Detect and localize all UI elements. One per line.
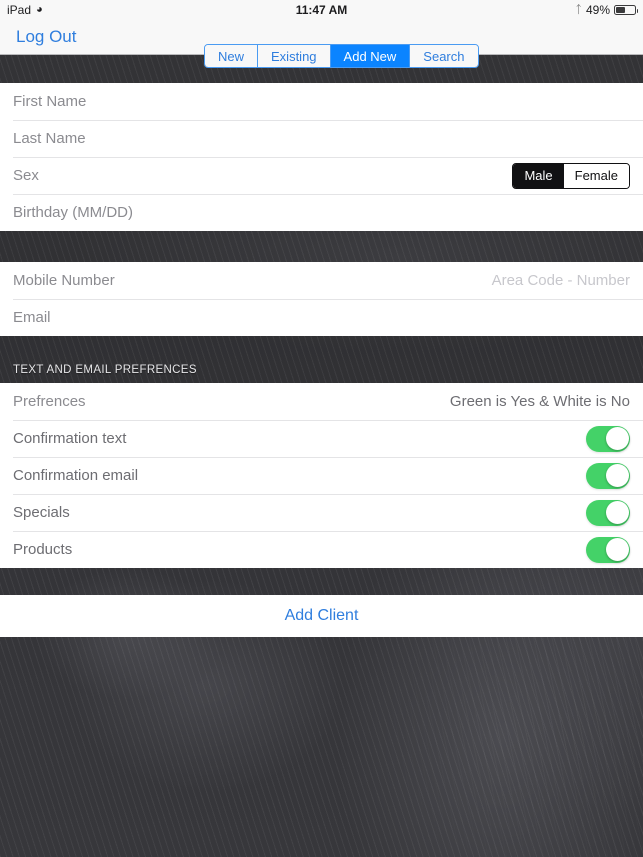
segment-existing[interactable]: Existing (258, 45, 331, 67)
preferences-legend-row: Prefrences Green is Yes & White is No (0, 383, 643, 420)
mobile-number-placeholder: Area Code - Number (491, 272, 630, 289)
status-bar: iPad ◕ 11:47 AM ᛏ 49% (0, 0, 643, 20)
confirmation-email-label: Confirmation email (13, 467, 139, 484)
battery-icon (614, 5, 638, 15)
add-client-row[interactable]: Add Client (0, 595, 643, 637)
status-bar-clock: 11:47 AM (295, 3, 348, 17)
contact-info-group: Mobile Number Area Code - Number Email (0, 262, 643, 336)
last-name-input[interactable]: Last Name (13, 130, 86, 147)
add-client-button[interactable]: Add Client (285, 607, 359, 625)
confirmation-email-row[interactable]: Confirmation email (0, 457, 643, 494)
last-name-row[interactable]: Last Name (0, 120, 643, 157)
specials-row[interactable]: Specials (0, 494, 643, 531)
mobile-number-input[interactable]: Mobile Number (13, 272, 115, 289)
sex-segmented-control[interactable]: Male Female (512, 162, 630, 189)
confirmation-text-label: Confirmation text (13, 430, 127, 447)
first-name-input[interactable]: First Name (13, 93, 86, 110)
segment-add-new[interactable]: Add New (330, 45, 411, 67)
email-row[interactable]: Email (0, 299, 643, 336)
first-name-row[interactable]: First Name (0, 83, 643, 120)
specials-toggle[interactable] (586, 499, 630, 526)
sex-label: Sex (13, 167, 39, 184)
sex-option-female[interactable]: Female (563, 163, 629, 188)
log-out-button[interactable]: Log Out (0, 27, 77, 47)
products-label: Products (13, 541, 73, 558)
birthday-input[interactable]: Birthday (MM/DD) (13, 204, 133, 221)
preferences-legend-hint: Green is Yes & White is No (449, 393, 630, 410)
sex-row[interactable]: Sex Male Female (0, 157, 643, 194)
segment-new[interactable]: New (205, 45, 259, 67)
confirmation-text-row[interactable]: Confirmation text (0, 420, 643, 457)
preferences-legend-label: Prefrences (13, 393, 86, 410)
personal-info-group: First Name Last Name Sex Male Female Bir… (0, 83, 643, 231)
specials-label: Specials (13, 504, 70, 521)
preferences-section-title: TEXT AND EMAIL PREFRENCES (13, 364, 197, 376)
navigation-bar: Log Out New Existing Add New Search (0, 20, 643, 68)
mode-segmented-control[interactable]: New Existing Add New Search (204, 44, 479, 68)
confirmation-text-toggle[interactable] (586, 425, 630, 452)
mobile-number-row[interactable]: Mobile Number Area Code - Number (0, 262, 643, 299)
email-input[interactable]: Email (13, 309, 51, 326)
products-row[interactable]: Products (0, 531, 643, 568)
preferences-section-header: TEXT AND EMAIL PREFRENCES (0, 333, 643, 383)
birthday-row[interactable]: Birthday (MM/DD) (0, 194, 643, 231)
preferences-group: Prefrences Green is Yes & White is No Co… (0, 383, 643, 568)
confirmation-email-toggle[interactable] (586, 462, 630, 489)
products-toggle[interactable] (586, 536, 630, 563)
segment-search[interactable]: Search (410, 45, 478, 67)
sex-option-male[interactable]: Male (513, 163, 564, 188)
